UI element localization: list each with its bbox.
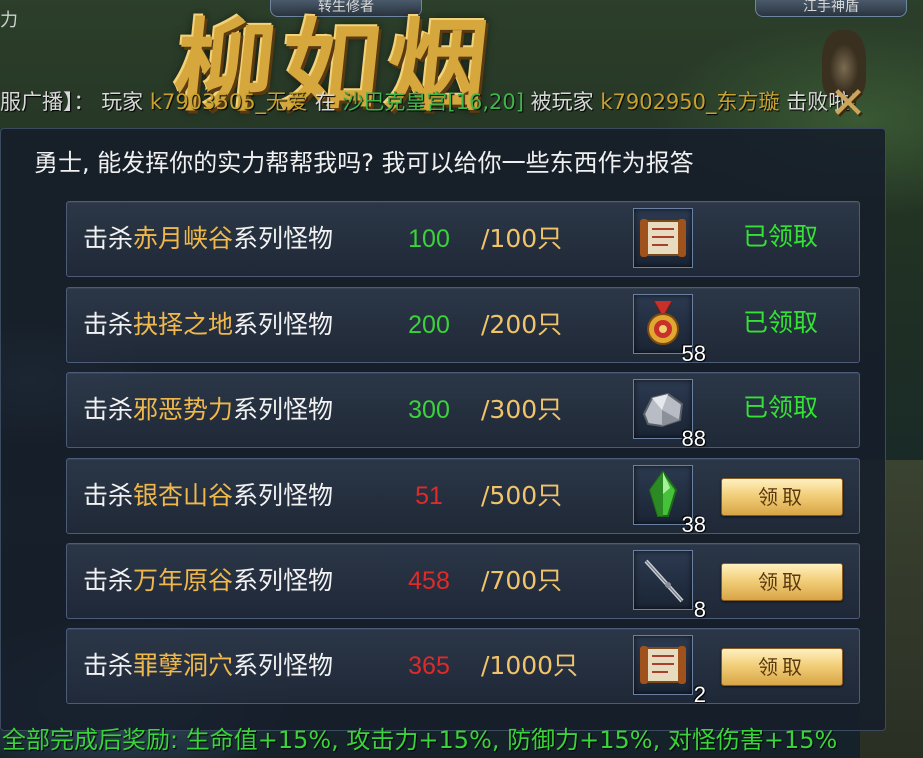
claim-button[interactable]: 领取 (721, 563, 843, 601)
quest-row: 击杀万年原谷系列怪物 458/700只 8 领取 (66, 543, 860, 622)
kill-count: 300 (408, 396, 450, 424)
kill-target: /200只 (481, 310, 563, 339)
quest-row: 击杀抉择之地系列怪物 200/200只 58 已领取 (66, 287, 860, 366)
reward-quantity: 88 (681, 426, 706, 451)
quest-label-suffix: 系列怪物 (233, 651, 334, 680)
claimed-status: 已领取 (743, 222, 819, 251)
broadcast-text: 玩家 (101, 90, 144, 114)
broadcast-text: 被玩家 (530, 90, 594, 114)
kill-target: /700只 (481, 566, 563, 595)
npc-dialog-text: 勇士, 能发挥你的实力帮帮我吗? 我可以给你一些东西作为报答 (34, 149, 694, 177)
quest-label-suffix: 系列怪物 (233, 395, 334, 424)
quest-row: 击杀罪孽洞穴系列怪物 365/1000只 2 领取 (66, 628, 860, 707)
quest-row: 击杀赤月峡谷系列怪物 100/100只 已领取 (66, 201, 860, 277)
quest-area-name: 银杏山谷 (133, 481, 234, 510)
quest-label-suffix: 系列怪物 (233, 224, 334, 253)
broadcast-player-link[interactable]: k7902950_东方璇 (600, 90, 779, 114)
quest-label-suffix: 系列怪物 (233, 481, 334, 510)
broadcast-text: 在 (314, 90, 336, 114)
reward-quantity: 8 (693, 597, 706, 622)
broadcast-location-link[interactable]: 沙巴克皇宫[16,20] (342, 90, 524, 114)
quest-label-prefix: 击杀 (83, 481, 134, 510)
staff-icon[interactable]: 8 (633, 550, 706, 622)
top-tab-right[interactable]: 江手神盾 (755, 0, 907, 17)
server-broadcast: 服广播】： 玩家 k7903505_无爱 在 沙巴克皇宫[16,20] 被玩家 … (0, 88, 923, 116)
quest-label: 击杀罪孽洞穴系列怪物 (83, 649, 333, 683)
quest-area-name: 邪恶势力 (133, 395, 234, 424)
quest-label: 击杀邪恶势力系列怪物 (83, 393, 333, 427)
green-crystal-icon[interactable]: 38 (633, 465, 706, 537)
quest-label-prefix: 击杀 (83, 566, 134, 595)
quest-label: 击杀抉择之地系列怪物 (83, 308, 333, 342)
broadcast-prefix: 服广播】： (0, 90, 95, 114)
edge-text: 力 (0, 10, 18, 31)
kill-count: 100 (408, 225, 450, 253)
quest-area-name: 抉择之地 (133, 310, 234, 339)
quest-label-prefix: 击杀 (83, 651, 134, 680)
claim-button[interactable]: 领取 (721, 648, 843, 686)
reward-quantity: 58 (681, 341, 706, 366)
kill-count: 200 (408, 311, 450, 339)
quest-label-prefix: 击杀 (83, 395, 134, 424)
quest-label-prefix: 击杀 (83, 224, 134, 253)
claim-button[interactable]: 领取 (721, 478, 843, 516)
quest-area-name: 万年原谷 (133, 566, 234, 595)
quest-label: 击杀赤月峡谷系列怪物 (83, 222, 333, 256)
kill-count: 458 (408, 567, 450, 595)
scroll-icon[interactable] (633, 208, 693, 268)
claimed-status: 已领取 (743, 308, 819, 337)
kill-count: 365 (408, 652, 450, 680)
claimed-status: 已领取 (743, 393, 819, 422)
kill-target: /100只 (481, 224, 563, 253)
quest-label: 击杀万年原谷系列怪物 (83, 564, 333, 598)
quest-label-suffix: 系列怪物 (233, 566, 334, 595)
quest-area-name: 罪孽洞穴 (133, 651, 234, 680)
completion-reward-text: 全部完成后奖励: 生命值+15%, 攻击力+15%, 防御力+15%, 对怪伤害… (2, 726, 838, 754)
kill-target: /1000只 (481, 651, 579, 680)
medal-icon[interactable]: 58 (633, 294, 706, 366)
quest-label: 击杀银杏山谷系列怪物 (83, 479, 333, 513)
kill-count: 51 (415, 482, 443, 510)
ore-icon[interactable]: 88 (633, 379, 706, 451)
quest-label-prefix: 击杀 (83, 310, 134, 339)
reward-quantity: 2 (693, 682, 706, 707)
quest-area-name: 赤月峡谷 (133, 224, 234, 253)
quest-label-suffix: 系列怪物 (233, 310, 334, 339)
reward-quantity: 38 (681, 512, 706, 537)
kill-target: /500只 (481, 481, 563, 510)
quest-row: 击杀邪恶势力系列怪物 300/300只 88 已领取 (66, 372, 860, 451)
kill-target: /300只 (481, 395, 563, 424)
scroll-icon[interactable]: 2 (633, 635, 706, 707)
broadcast-player-link[interactable]: k7903505_无爱 (150, 90, 308, 114)
close-icon[interactable]: ✕ (826, 82, 870, 126)
quest-row: 击杀银杏山谷系列怪物 51/500只 38 领取 (66, 458, 860, 537)
